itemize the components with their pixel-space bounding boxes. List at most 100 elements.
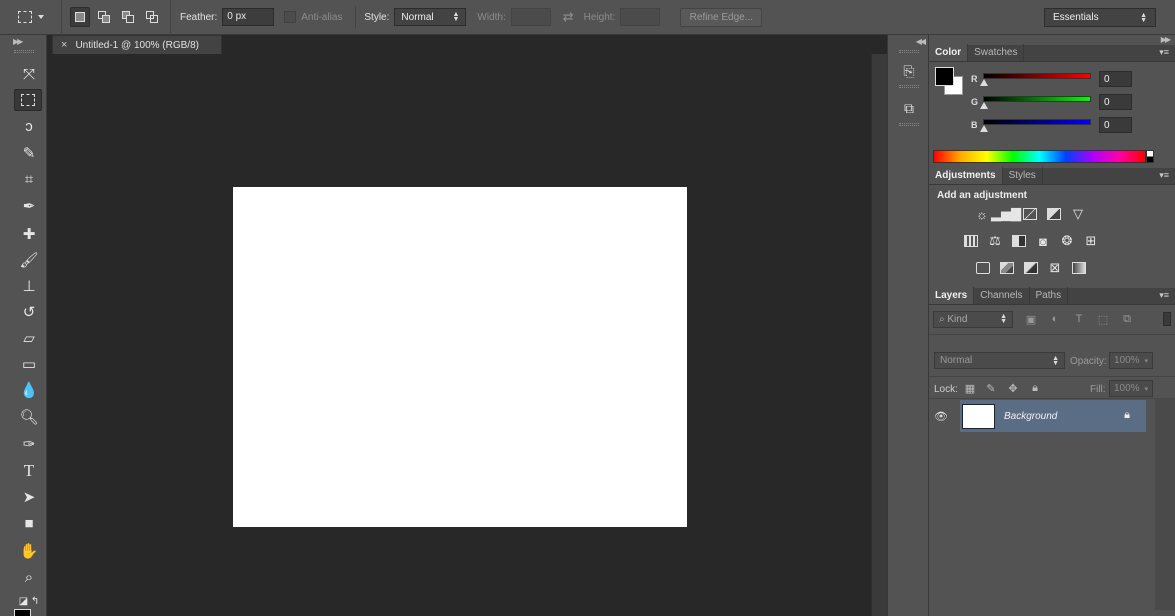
panel-menu-icon[interactable]: ▾≡: [1159, 48, 1169, 57]
lock-all-icon[interactable]: 🔒︎: [1028, 381, 1042, 395]
brightness-contrast-icon[interactable]: ☼: [973, 205, 991, 223]
rectangle-tool[interactable]: ■: [15, 512, 43, 534]
vibrance-icon[interactable]: ▽: [1069, 205, 1087, 223]
color-spectrum-ramp[interactable]: [933, 150, 1146, 163]
eraser-tool[interactable]: ▱: [15, 327, 43, 349]
zoom-tool[interactable]: ⌕: [15, 566, 43, 588]
green-slider-track[interactable]: [983, 96, 1091, 102]
threshold-icon[interactable]: [1022, 259, 1040, 277]
black-white-icon[interactable]: [1010, 232, 1028, 250]
feather-input[interactable]: 0 px: [222, 8, 275, 26]
quick-selection-tool[interactable]: ✎: [15, 142, 43, 164]
vertical-scrollbar[interactable]: [871, 54, 887, 616]
refine-edge-button[interactable]: Refine Edge...: [680, 7, 763, 27]
add-to-selection-button[interactable]: [94, 7, 114, 27]
swap-width-height-icon[interactable]: ⇄: [563, 9, 574, 25]
red-slider[interactable]: R 0: [971, 71, 1171, 89]
smart-object-filter-icon[interactable]: ⧉: [1119, 311, 1135, 327]
tab-styles[interactable]: Styles: [1003, 167, 1043, 184]
eyedropper-tool[interactable]: ✒: [15, 195, 43, 217]
subtract-from-selection-button[interactable]: [118, 7, 138, 27]
tool-preset-picker[interactable]: [0, 0, 62, 35]
blue-slider-track[interactable]: [983, 119, 1091, 125]
curves-icon[interactable]: [1021, 205, 1039, 223]
close-icon[interactable]: ×: [61, 39, 67, 51]
tab-layers[interactable]: Layers: [929, 287, 975, 304]
lock-position-icon[interactable]: ✥: [1006, 381, 1020, 395]
layers-scrollbar[interactable]: [1155, 398, 1175, 610]
red-slider-track[interactable]: [983, 73, 1091, 79]
canvas[interactable]: [233, 187, 687, 527]
history-panel-button[interactable]: ⎘: [896, 59, 922, 83]
filter-toggle[interactable]: [1163, 312, 1171, 326]
type-filter-icon[interactable]: T: [1071, 311, 1087, 327]
dodge-tool[interactable]: 🔍︎: [15, 406, 43, 428]
color-lookup-icon[interactable]: ⊞: [1082, 232, 1100, 250]
collapse-panels-icon[interactable]: ◀◀: [888, 35, 928, 46]
foreground-color-swatch[interactable]: [14, 609, 31, 616]
panel-menu-icon[interactable]: ▾≡: [1159, 291, 1169, 300]
opacity-input[interactable]: 100% ▾: [1109, 352, 1153, 369]
photo-filter-icon[interactable]: ◙: [1034, 232, 1052, 250]
lock-image-pixels-icon[interactable]: ✎: [984, 381, 998, 395]
green-slider[interactable]: G 0: [971, 94, 1171, 112]
blur-tool[interactable]: 💧: [15, 379, 43, 401]
foreground-color-swatch[interactable]: [935, 67, 954, 86]
gradient-tool[interactable]: ▭: [15, 353, 43, 375]
path-selection-tool[interactable]: ➤: [15, 486, 43, 508]
document-tab[interactable]: × Untitled-1 @ 100% (RGB/8): [52, 35, 222, 54]
panel-grip[interactable]: [899, 85, 919, 88]
layer-filter-kind-select[interactable]: ⌕ Kind ▲ ▼: [933, 310, 1013, 328]
panel-grip[interactable]: [14, 50, 34, 53]
move-tool[interactable]: ⤧: [15, 63, 43, 85]
crop-tool[interactable]: ⌗: [15, 168, 43, 190]
height-input[interactable]: [620, 8, 661, 26]
hand-tool[interactable]: ✋: [15, 540, 43, 562]
history-brush-tool[interactable]: ↺: [15, 301, 43, 323]
new-selection-button[interactable]: [70, 7, 90, 27]
style-select[interactable]: Normal ▲ ▼: [394, 8, 467, 26]
color-balance-icon[interactable]: ⚖: [986, 232, 1004, 250]
clone-stamp-tool[interactable]: ⊥: [15, 275, 43, 297]
lasso-tool[interactable]: ↄ: [15, 115, 43, 137]
exposure-icon[interactable]: [1045, 205, 1063, 223]
selective-color-icon[interactable]: ⊠: [1046, 259, 1064, 277]
type-tool[interactable]: T: [15, 460, 43, 482]
tab-swatches[interactable]: Swatches: [968, 44, 1025, 61]
slider-thumb-icon[interactable]: [980, 125, 988, 132]
red-value-input[interactable]: 0: [1099, 71, 1132, 87]
panel-menu-icon[interactable]: ▾≡: [1159, 171, 1169, 180]
adjustment-filter-icon[interactable]: ◐: [1047, 311, 1063, 327]
anti-alias-checkbox[interactable]: [284, 11, 297, 23]
rectangular-marquee-tool[interactable]: [14, 89, 42, 111]
blue-value-input[interactable]: 0: [1099, 117, 1132, 133]
intersect-selection-button[interactable]: [142, 7, 162, 27]
spot-healing-tool[interactable]: ✚: [15, 223, 43, 245]
expand-panel-icon[interactable]: ▶▶: [0, 35, 46, 46]
width-input[interactable]: [510, 8, 551, 26]
image-filter-icon[interactable]: ▣: [1023, 311, 1039, 327]
levels-icon[interactable]: ▂▅▇: [991, 205, 1021, 223]
posterize-icon[interactable]: [998, 259, 1016, 277]
panel-grip[interactable]: [899, 50, 919, 53]
eye-icon[interactable]: 👁︎: [933, 408, 949, 424]
tab-channels[interactable]: Channels: [974, 287, 1030, 304]
slider-thumb-icon[interactable]: [980, 102, 988, 109]
layer-row-background[interactable]: Background 🔒︎: [960, 400, 1146, 432]
panel-grip[interactable]: [899, 123, 919, 126]
gradient-map-icon[interactable]: [1070, 259, 1088, 277]
shape-filter-icon[interactable]: ⬚: [1095, 311, 1111, 327]
lock-transparent-pixels-icon[interactable]: ▦: [963, 381, 977, 395]
tab-adjustments[interactable]: Adjustments: [929, 167, 1003, 184]
tab-color[interactable]: Color: [929, 44, 969, 61]
blend-mode-select[interactable]: Normal ▲ ▼: [934, 352, 1065, 369]
slider-thumb-icon[interactable]: [980, 79, 988, 86]
properties-panel-button[interactable]: ⧉: [896, 96, 922, 120]
channel-mixer-icon[interactable]: ❂: [1058, 232, 1076, 250]
blue-slider[interactable]: B 0: [971, 117, 1171, 135]
black-white-ramp[interactable]: [1146, 150, 1154, 163]
pen-tool[interactable]: ✑: [15, 433, 43, 455]
hue-saturation-icon[interactable]: [962, 232, 980, 250]
tab-paths[interactable]: Paths: [1030, 287, 1069, 304]
fill-input[interactable]: 100% ▾: [1109, 380, 1153, 397]
